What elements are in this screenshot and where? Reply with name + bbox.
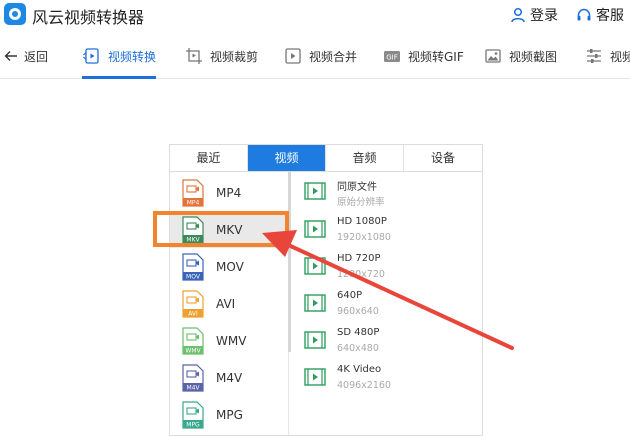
resolution-item-4k[interactable]: 4K Video 4096x2160 (292, 360, 482, 396)
video-file-icon (304, 182, 326, 200)
resolution-detail: 640x480 (337, 343, 379, 354)
resolution-name: HD 1080P (337, 216, 387, 227)
resolution-item-720p[interactable]: HD 720P 1280x720 (292, 249, 482, 285)
video-merge-icon (285, 48, 301, 64)
tab-device[interactable]: 设备 (404, 145, 482, 171)
support-label: 客服 (596, 8, 624, 24)
resolution-item-480p[interactable]: SD 480P 640x480 (292, 323, 482, 359)
resolution-list: 同原文件 原始分辨率 HD 1080P 1920x1080 HD 720P 12… (292, 172, 482, 435)
tool-video-convert[interactable]: 视频转换 (82, 34, 157, 79)
tool-video-merge[interactable]: 视频合并 (283, 34, 357, 78)
back-button[interactable]: 返回 (4, 34, 48, 78)
video-file-icon (304, 220, 326, 238)
resolution-name: SD 480P (337, 327, 380, 338)
login-button[interactable]: 登录 (510, 5, 558, 25)
format-label: WMV (216, 334, 247, 348)
active-tab-indicator (82, 76, 157, 79)
mkv-highlight-box (153, 211, 289, 247)
app-title: 风云视频转换器 (32, 8, 145, 27)
sliders-icon (587, 49, 601, 63)
gif-icon: GIF (384, 51, 400, 62)
format-item-wmv[interactable]: WMV WMV (170, 323, 286, 359)
resolution-name: HD 720P (337, 253, 381, 264)
resolution-detail: 960x640 (337, 306, 379, 317)
format-item-mp4[interactable]: MP4 MP4 (170, 175, 286, 211)
tool-video-screenshot[interactable]: 视频截图 (483, 34, 557, 78)
app-logo-icon (4, 3, 26, 25)
tab-audio[interactable]: 音频 (326, 145, 404, 171)
title-bar-actions: 登录 客服 (510, 5, 624, 25)
title-bar: 风云视频转换器 登录 客服 (0, 0, 630, 30)
video-convert-icon (83, 48, 99, 64)
svg-text:GIF: GIF (386, 54, 398, 62)
format-item-mov[interactable]: MOV MOV (170, 249, 286, 285)
m4v-file-icon: M4V (182, 364, 204, 392)
format-category-tabs: 最近 视频 音频 设备 (170, 145, 482, 172)
resolution-detail: 1280x720 (337, 269, 385, 280)
format-label: AVI (216, 297, 236, 311)
tool-video-merge-label: 视频合并 (309, 49, 358, 64)
video-file-icon (304, 368, 326, 386)
image-icon (485, 49, 501, 63)
svg-text:AVI: AVI (188, 311, 198, 318)
toolbar: 返回 视频转换 视频裁剪 视频合并 GIF 视频转GIF 视频截图 视频 (0, 34, 630, 79)
resolution-detail: 4096x2160 (337, 380, 391, 391)
resolution-item-1080p[interactable]: HD 1080P 1920x1080 (292, 212, 482, 248)
svg-text:MP4: MP4 (187, 200, 200, 207)
login-label: 登录 (530, 8, 558, 24)
tool-video-more-label: 视频 (610, 49, 630, 64)
tool-video-gif[interactable]: GIF 视频转GIF (382, 34, 464, 78)
svg-text:M4V: M4V (186, 385, 200, 392)
user-icon (511, 7, 525, 23)
back-label: 返回 (24, 49, 49, 64)
format-label: MOV (216, 260, 244, 274)
wmv-file-icon: WMV (182, 327, 204, 355)
resolution-name: 同原文件 (337, 182, 377, 193)
tab-recent[interactable]: 最近 (170, 145, 248, 171)
format-item-mpg[interactable]: MPG MPG (170, 397, 286, 433)
format-label: MP4 (216, 186, 242, 200)
format-item-m4v[interactable]: M4V M4V (170, 360, 286, 396)
video-file-icon (304, 294, 326, 312)
format-label: MPG (216, 408, 243, 422)
video-crop-icon (186, 48, 202, 64)
mp4-file-icon: MP4 (182, 179, 204, 207)
avi-file-icon: AVI (182, 290, 204, 318)
svg-text:MPG: MPG (186, 422, 200, 429)
tool-video-crop-label: 视频裁剪 (210, 49, 259, 64)
mpg-file-icon: MPG (182, 401, 204, 429)
resolution-name: 4K Video (337, 364, 382, 375)
format-label: M4V (216, 371, 243, 385)
back-arrow-icon (4, 51, 17, 61)
support-button[interactable]: 客服 (576, 5, 624, 25)
resolution-item-640p[interactable]: 640P 960x640 (292, 286, 482, 322)
tool-video-screenshot-label: 视频截图 (509, 49, 558, 64)
resolution-detail: 1920x1080 (337, 232, 391, 243)
tool-video-gif-label: 视频转GIF (408, 49, 464, 64)
format-list-scrollbar[interactable] (288, 172, 291, 352)
tab-video[interactable]: 视频 (248, 145, 326, 171)
resolution-detail: 原始分辨率 (337, 197, 385, 208)
tool-video-convert-label: 视频转换 (108, 49, 157, 64)
resolution-item-original[interactable]: 同原文件 原始分辨率 (292, 174, 482, 210)
svg-text:MOV: MOV (186, 274, 201, 281)
svg-text:WMV: WMV (185, 348, 201, 355)
video-file-icon (304, 331, 326, 349)
tool-video-crop[interactable]: 视频裁剪 (184, 34, 258, 78)
video-file-icon (304, 257, 326, 275)
mov-file-icon: MOV (182, 253, 204, 281)
headset-icon (577, 8, 591, 21)
resolution-name: 640P (337, 290, 363, 301)
format-picker-panel: 最近 视频 音频 设备 MP4 MP4 MKV MKV MOV MOV AVI … (169, 144, 483, 436)
tool-video-more[interactable]: 视频 (584, 34, 630, 78)
format-item-avi[interactable]: AVI AVI (170, 286, 286, 322)
